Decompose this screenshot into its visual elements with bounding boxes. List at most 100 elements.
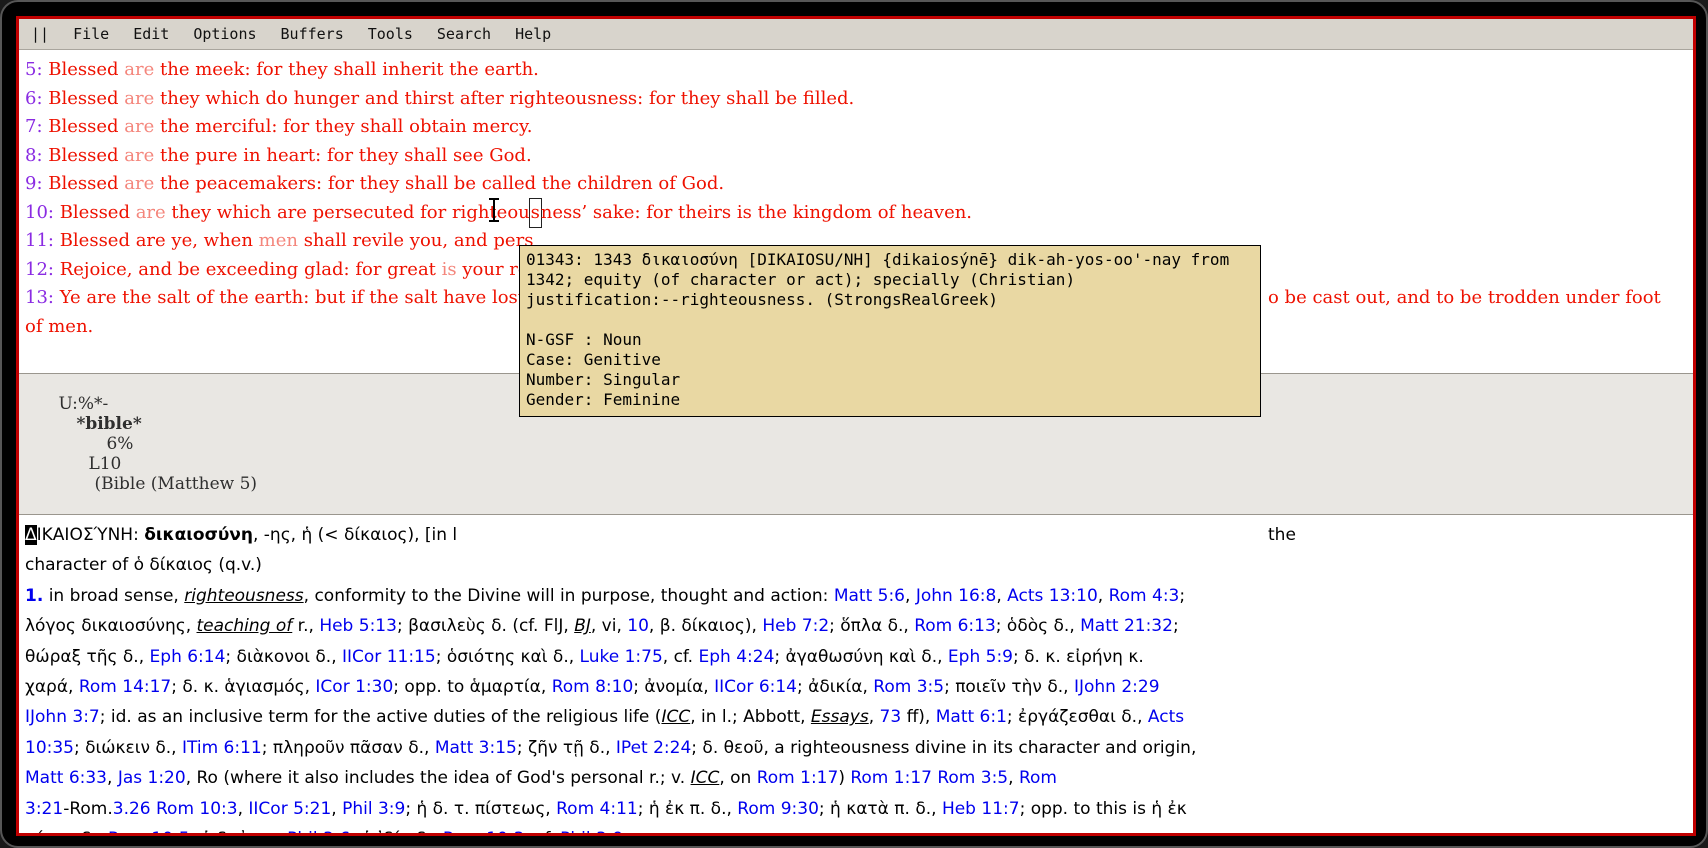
scripture-ref-link[interactable]: Matt 6:33	[25, 768, 107, 788]
scripture-ref-link[interactable]: IICor 5:21	[248, 799, 331, 819]
scripture-ref-link[interactable]: Jas 1:20	[118, 768, 186, 788]
scripture-ref-link[interactable]: Rom	[1019, 768, 1057, 788]
lexicon-line: character of ὁ δίκαιος (q.v.)	[25, 550, 1693, 580]
scripture-ref-link[interactable]: Heb 5:13	[319, 616, 397, 636]
lexicon-text: ; ἀγαθωσύνη καὶ δ.,	[774, 647, 948, 667]
verse-text: Blessed	[43, 145, 125, 166]
verse-text: o be cast out, and to be trodden under f…	[1268, 284, 1661, 313]
kjv-added-word: are	[124, 145, 154, 166]
verse-line[interactable]: 9: Blessed are the peacemakers: for they…	[25, 170, 1693, 199]
lexicon-text: ; ὁσιότης καὶ δ.,	[436, 647, 580, 667]
scripture-ref-link[interactable]: IICor 6:14	[714, 677, 797, 697]
scripture-ref-link[interactable]: Matt 6:1	[936, 707, 1007, 727]
scripture-ref-link[interactable]: IPet 2:24	[616, 738, 691, 758]
scripture-ref-link[interactable]: ITim 6:11	[182, 738, 262, 758]
emacs-frame: || FileEditOptionsBuffersToolsSearchHelp…	[16, 16, 1696, 836]
tooltip-line: N-GSF : Noun	[526, 330, 1254, 350]
scripture-ref-link[interactable]: Phil 3:6	[287, 829, 350, 836]
verse-text: Ye are the salt of the earth: but if the…	[54, 287, 525, 308]
menu-item-edit[interactable]: Edit	[133, 25, 169, 43]
tooltip-line: 01343: 1343 δικαιοσύνη [DIKAIOSU/NH] {di…	[526, 250, 1254, 270]
lexicon-text: , on	[719, 768, 756, 788]
scripture-ref-link[interactable]: Luke 1:75	[580, 647, 663, 667]
strongs-tooltip: 01343: 1343 δικαιοσύνη [DIKAIOSU/NH] {di…	[519, 245, 1261, 417]
scripture-ref-link[interactable]: IJohn 3:7	[25, 707, 100, 727]
scripture-ref-link[interactable]: Heb 11:7	[942, 799, 1020, 819]
scripture-ref-link[interactable]: Rom 6:13	[914, 616, 996, 636]
menu-item-tools[interactable]: Tools	[368, 25, 413, 43]
scripture-ref-link[interactable]: Eph 4:24	[699, 647, 775, 667]
scripture-ref-link[interactable]: 10:35	[25, 738, 74, 758]
section-number-link[interactable]: 1.	[25, 586, 43, 606]
scripture-ref-link[interactable]: Rom 4:3	[1109, 586, 1180, 606]
verse-text: the peacemakers: for they shall be calle…	[154, 173, 724, 194]
lexicon-text: ; ζῆν τῇ δ.,	[517, 738, 616, 758]
scripture-ref-link[interactable]: Matt 5:6	[834, 586, 905, 606]
scripture-ref-link[interactable]: 3:21	[25, 799, 63, 819]
menu-bar[interactable]: || FileEditOptionsBuffersToolsSearchHelp	[19, 19, 1693, 50]
menu-item-options[interactable]: Options	[193, 25, 256, 43]
lexicon-line: ΔΙΚΑΙΟΣΎΝΗ: δικαιοσύνη, -ης, ἡ (< δίκαιο…	[25, 520, 1693, 550]
scripture-ref-link[interactable]: Phil 3:9	[342, 799, 405, 819]
scripture-ref-link[interactable]: Matt 21:32	[1080, 616, 1173, 636]
lexicon-text: ; ἡ κατὰ π. δ.,	[819, 799, 942, 819]
lexicon-buffer[interactable]: ΔΙΚΑΙΟΣΎΝΗ: δικαιοσύνη, -ης, ἡ (< δίκαιο…	[19, 515, 1693, 836]
lexicon-text: , conformity to the Divine will in purpo…	[304, 586, 834, 606]
scripture-ref-link[interactable]: Rom 10:3	[443, 829, 525, 836]
verse-line[interactable]: 8: Blessed are the pure in heart: for th…	[25, 142, 1693, 171]
verse-line[interactable]: 7: Blessed are the merciful: for they sh…	[25, 113, 1693, 142]
lexicon-text: , -ης, ἡ (< δίκαιος), [in l	[253, 525, 457, 545]
scripture-ref-link[interactable]: Matt 3:15	[435, 738, 517, 758]
verse-text: they which are persecuted for righteou	[166, 202, 530, 223]
lexicon-text: ; δ. θεοῦ, a righteousness divine in its…	[691, 738, 1196, 758]
scripture-ref-link[interactable]: Acts 13:10	[1007, 586, 1098, 606]
lexicon-text: ,	[107, 768, 118, 788]
scripture-ref-link[interactable]: Rom 8:10	[552, 677, 634, 697]
menu-item-file[interactable]: File	[73, 25, 109, 43]
scripture-ref-link[interactable]: IICor 11:15	[342, 647, 436, 667]
tooltip-line: 1342; equity (of character or act); spec…	[526, 270, 1254, 290]
scripture-ref-link[interactable]: John 16:8	[916, 586, 997, 606]
hollow-cursor: s	[530, 199, 541, 228]
verse-text: Blessed are ye, when	[54, 230, 259, 251]
scripture-ref-link[interactable]: Rom 1:17 Rom 3:5	[850, 768, 1008, 788]
scripture-ref-link[interactable]: Rom 14:17	[79, 677, 171, 697]
lexicon-text: ; ὁδὸς δ.,	[996, 616, 1080, 636]
lexicon-text: ,	[996, 586, 1007, 606]
verse-line[interactable]: 10: Blessed are they which are persecute…	[25, 199, 1693, 228]
scripture-ref-link[interactable]: IJohn 2:29	[1074, 677, 1160, 697]
scripture-ref-link[interactable]: Rom 1:17	[757, 768, 839, 788]
menu-item-search[interactable]: Search	[437, 25, 491, 43]
scripture-ref-link[interactable]: Eph 6:14	[150, 647, 226, 667]
menu-item-help[interactable]: Help	[515, 25, 551, 43]
verse-number: 7:	[25, 116, 43, 137]
scripture-ref-link[interactable]: Rom 9:30	[737, 799, 819, 819]
lexicon-text: χαρά,	[25, 677, 79, 697]
lexicon-text: , in l.; Abbott,	[690, 707, 811, 727]
scripture-ref-link[interactable]: 3.26 Rom 10:3	[113, 799, 238, 819]
scripture-ref-link[interactable]: Heb 7:2	[762, 616, 829, 636]
italic-term: Essays	[811, 707, 869, 727]
verse-line[interactable]: 6: Blessed are they which do hunger and …	[25, 85, 1693, 114]
lexicon-text: ; δ. κ. ἁγιασμός,	[171, 677, 315, 697]
menu-item-buffers[interactable]: Buffers	[281, 25, 344, 43]
lexicon-text: ;	[1173, 616, 1179, 636]
scripture-ref-link[interactable]: Eph 5:9	[948, 647, 1013, 667]
scripture-ref-link[interactable]: Phil 3:9	[560, 829, 623, 836]
lexicon-text: ,	[1098, 586, 1109, 606]
scripture-ref-link[interactable]: ICor 1:30	[315, 677, 393, 697]
verse-line[interactable]: 5: Blessed are the meek: for they shall …	[25, 56, 1693, 85]
lexicon-line: Matt 6:33, Jas 1:20, Ro (where it also i…	[25, 763, 1693, 793]
scripture-ref-link[interactable]: 10	[627, 616, 649, 636]
scripture-ref-link[interactable]: Acts	[1148, 707, 1184, 727]
scripture-ref-link[interactable]: Rom 3:5	[873, 677, 944, 697]
verse-text: they which do hunger and thirst after ri…	[154, 88, 854, 109]
verse-text: ness’ sake: for theirs is the kingdom of…	[541, 202, 972, 223]
scripture-ref-link[interactable]: Rom 4:11	[556, 799, 638, 819]
kjv-added-word: are	[124, 173, 154, 194]
scripture-ref-link[interactable]: 73	[880, 707, 902, 727]
scripture-ref-link[interactable]: Rom 10:5	[108, 829, 190, 836]
lexicon-text: λόγος δικαιοσύνης,	[25, 616, 197, 636]
verse-text: shall revile you, and pers	[298, 230, 533, 251]
verse-text: the meek: for they shall inherit the ear…	[154, 59, 539, 80]
